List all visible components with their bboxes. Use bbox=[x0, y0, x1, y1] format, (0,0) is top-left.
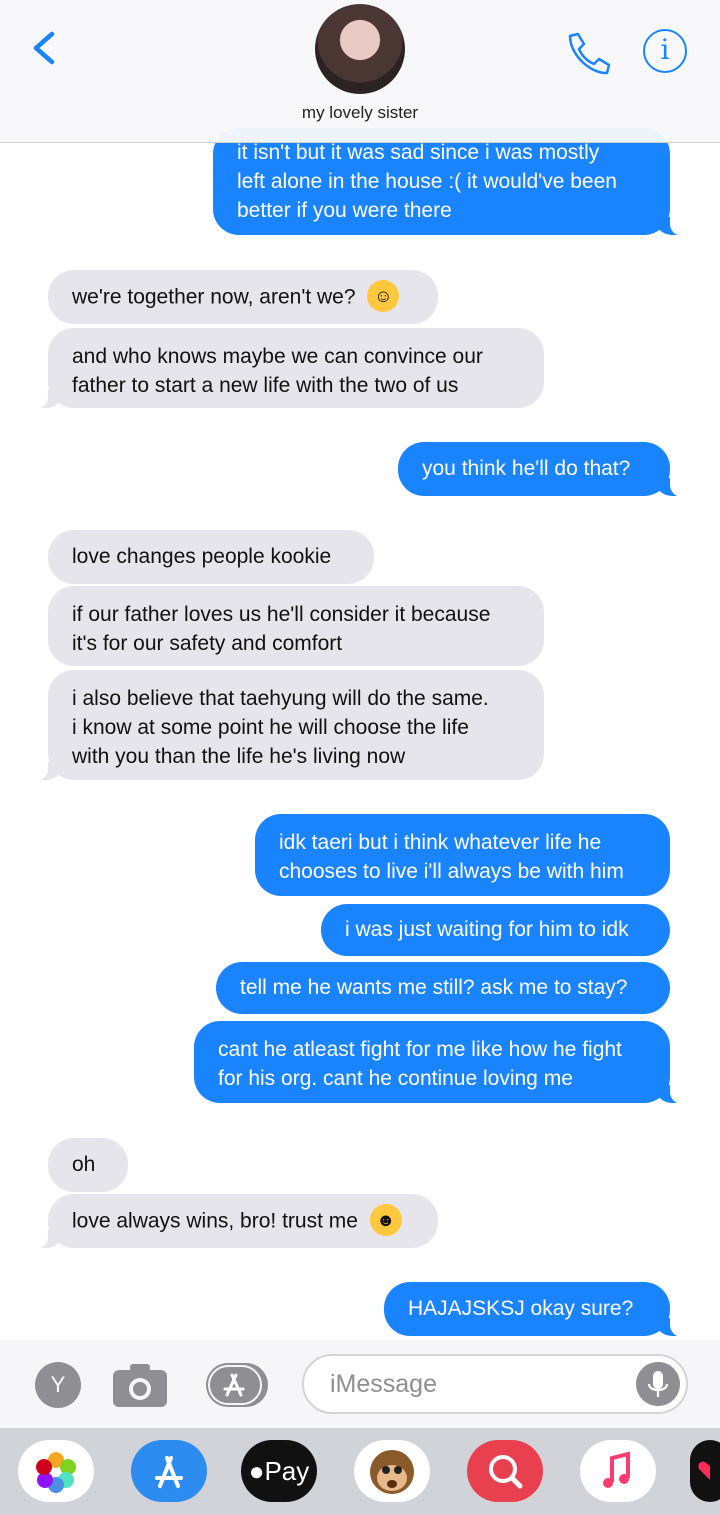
animoji-monkey-icon[interactable] bbox=[354, 1440, 430, 1502]
app-store-app-icon[interactable] bbox=[131, 1440, 207, 1502]
message-text: we're together now, aren't we? bbox=[72, 285, 356, 309]
conversation-header: my lovely sister i bbox=[0, 0, 720, 143]
message-line: idk taeri but i think whatever life he bbox=[279, 831, 602, 854]
message-bubble-incoming[interactable]: oh bbox=[48, 1138, 128, 1192]
message-bubble-incoming[interactable]: i also believe that taehyung will do the… bbox=[28, 670, 544, 781]
message-bubble-incoming[interactable]: we're together now, aren't we? ☺ bbox=[48, 270, 438, 324]
app-shortcut-button[interactable]: Y bbox=[35, 1362, 81, 1408]
message-line: left alone in the house :( it would've b… bbox=[237, 170, 617, 193]
message-line: i know at some point he will choose the … bbox=[72, 716, 469, 739]
music-app-icon[interactable] bbox=[580, 1440, 656, 1502]
back-chevron-icon[interactable] bbox=[26, 28, 66, 68]
message-text: HAJAJSKSJ okay sure? bbox=[408, 1297, 634, 1320]
apple-logo-icon: ● bbox=[248, 1456, 265, 1486]
apple-pay-app-icon[interactable]: ●Pay bbox=[241, 1440, 317, 1502]
message-list: it isn't but it was sad since i was most… bbox=[0, 0, 720, 1340]
message-text: you think he'll do that? bbox=[422, 457, 631, 480]
apple-pay-label: Pay bbox=[264, 1456, 310, 1486]
message-line: with you than the life he's living now bbox=[72, 745, 406, 768]
winking-face-icon: ☻ bbox=[369, 1204, 402, 1236]
photos-app-icon[interactable] bbox=[18, 1440, 94, 1502]
image-search-app-icon[interactable] bbox=[467, 1440, 543, 1502]
message-line: chooses to live i'll always be with him bbox=[279, 860, 624, 883]
phone-icon[interactable] bbox=[562, 30, 612, 76]
message-text: love always wins, bro! trust me bbox=[72, 1209, 358, 1233]
message-line: and who knows maybe we can convince our bbox=[72, 345, 483, 368]
message-line: it's for our safety and comfort bbox=[72, 632, 343, 655]
message-text: tell me he wants me still? ask me to sta… bbox=[240, 976, 628, 999]
message-bubble-outgoing[interactable]: i was just waiting for him to idk bbox=[321, 904, 670, 956]
app-drawer: ●Pay bbox=[0, 1428, 720, 1515]
input-bar: Y iMessage bbox=[0, 1340, 720, 1428]
message-bubble-outgoing[interactable]: HAJAJSKSJ okay sure? bbox=[384, 1282, 690, 1337]
message-bubble-outgoing[interactable]: idk taeri but i think whatever life he c… bbox=[255, 814, 670, 896]
message-bubble-outgoing[interactable]: cant he atleast fight for me like how he… bbox=[194, 1021, 690, 1104]
app-store-icon[interactable] bbox=[205, 1362, 269, 1408]
message-line: father to start a new life with the two … bbox=[72, 374, 459, 397]
message-text: love changes people kookie bbox=[72, 545, 332, 568]
microphone-icon[interactable] bbox=[636, 1362, 680, 1406]
message-text: i was just waiting for him to idk bbox=[345, 918, 629, 941]
smiling-face-with-hearts-icon: ☺ bbox=[367, 280, 400, 312]
camera-icon[interactable] bbox=[112, 1362, 168, 1408]
contact-avatar[interactable] bbox=[315, 4, 405, 94]
info-icon[interactable]: i bbox=[643, 29, 687, 73]
message-line: for his org. cant he continue loving me bbox=[218, 1067, 573, 1090]
digital-touch-app-icon[interactable] bbox=[690, 1440, 720, 1502]
message-bubble-incoming[interactable]: love changes people kookie bbox=[48, 530, 374, 584]
message-bubble-incoming[interactable]: if our father loves us he'll consider it… bbox=[48, 586, 544, 666]
contact-name[interactable]: my lovely sister bbox=[0, 103, 720, 123]
message-bubble-outgoing[interactable]: tell me he wants me still? ask me to sta… bbox=[216, 962, 670, 1014]
message-bubble-outgoing[interactable]: it isn't but it was sad since i was most… bbox=[213, 128, 690, 236]
message-line: if our father loves us he'll consider it… bbox=[72, 603, 491, 626]
message-line: better if you were there bbox=[237, 199, 452, 222]
message-bubble-incoming[interactable]: love always wins, bro! trust me ☻ bbox=[28, 1194, 438, 1249]
message-line: i also believe that taehyung will do the… bbox=[72, 687, 489, 710]
message-bubble-incoming[interactable]: and who knows maybe we can convince our … bbox=[28, 328, 544, 409]
message-line: cant he atleast fight for me like how he… bbox=[218, 1038, 622, 1061]
message-input-placeholder: iMessage bbox=[330, 1370, 437, 1398]
message-input[interactable]: iMessage bbox=[302, 1354, 688, 1414]
message-bubble-outgoing[interactable]: you think he'll do that? bbox=[398, 442, 690, 497]
message-text: oh bbox=[72, 1153, 96, 1176]
